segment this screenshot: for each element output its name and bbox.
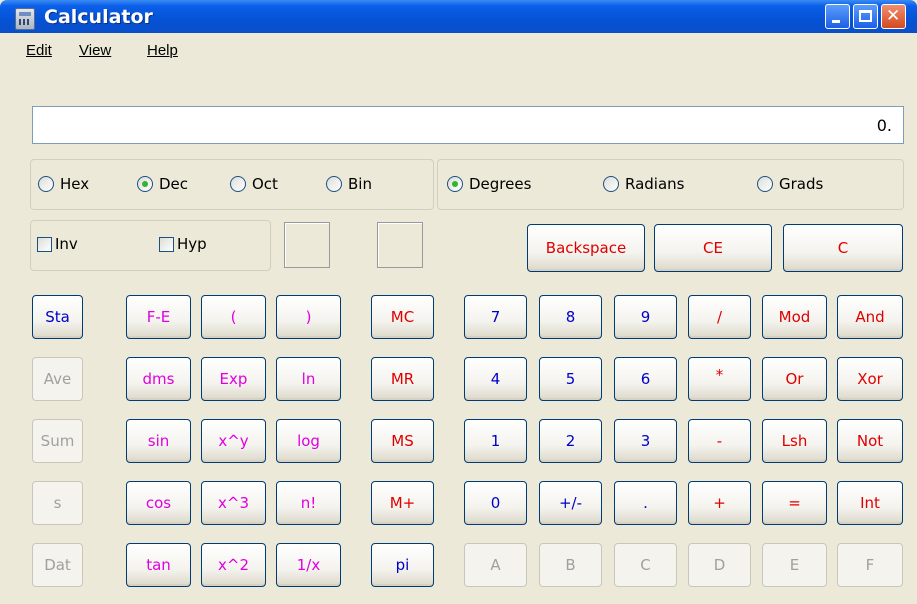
close-button[interactable]: [881, 4, 906, 29]
digit-5-button[interactable]: 5: [539, 357, 602, 401]
radio-bin[interactable]: Bin: [326, 175, 372, 193]
stat-button-sta[interactable]: Sta: [32, 295, 83, 339]
digit-3-button[interactable]: 3: [614, 419, 677, 463]
add-button[interactable]: +: [688, 481, 751, 525]
exp-button[interactable]: Exp: [201, 357, 266, 401]
hex-b-button: B: [539, 543, 602, 587]
and-button[interactable]: And: [837, 295, 903, 339]
or-button[interactable]: Or: [762, 357, 827, 401]
log-button[interactable]: log: [276, 419, 341, 463]
hex-a-button: A: [464, 543, 527, 587]
checkbox-hyp-icon: [159, 236, 174, 252]
stat-button-dat: Dat: [32, 543, 83, 587]
radio-dec[interactable]: Dec: [137, 175, 188, 193]
maximize-button[interactable]: [853, 4, 878, 29]
digit-0-button[interactable]: 0: [464, 481, 527, 525]
radio-degrees-icon: [447, 176, 463, 192]
digit-9-button[interactable]: 9: [614, 295, 677, 339]
dms-button[interactable]: dms: [126, 357, 191, 401]
minimize-button[interactable]: [825, 4, 850, 29]
not-button[interactable]: Not: [837, 419, 903, 463]
lsh-button[interactable]: Lsh: [762, 419, 827, 463]
close-paren-button[interactable]: ): [276, 295, 341, 339]
hex-f-button: F: [837, 543, 903, 587]
backspace-button[interactable]: Backspace: [527, 224, 645, 272]
memory-add-button[interactable]: M+: [371, 481, 434, 525]
radio-bin-label: Bin: [348, 175, 372, 193]
digit-7-button[interactable]: 7: [464, 295, 527, 339]
stat-button-ave: Ave: [32, 357, 83, 401]
multiply-button[interactable]: *: [688, 357, 751, 401]
radio-grads-icon: [757, 176, 773, 192]
factorial-button[interactable]: n!: [276, 481, 341, 525]
radio-hex[interactable]: Hex: [38, 175, 89, 193]
digit-8-button[interactable]: 8: [539, 295, 602, 339]
menu-bar: Edit View Help: [0, 38, 917, 62]
subtract-button[interactable]: -: [688, 419, 751, 463]
open-paren-button[interactable]: (: [201, 295, 266, 339]
fe-button[interactable]: F-E: [126, 295, 191, 339]
tan-button[interactable]: tan: [126, 543, 191, 587]
negate-button[interactable]: +/-: [539, 481, 602, 525]
radio-dec-label: Dec: [159, 175, 189, 193]
digit-1-button[interactable]: 1: [464, 419, 527, 463]
digit-4-button[interactable]: 4: [464, 357, 527, 401]
radio-grads[interactable]: Grads: [757, 175, 823, 193]
divide-button[interactable]: /: [688, 295, 751, 339]
menu-help[interactable]: Help: [147, 42, 178, 59]
calculator-icon: [15, 8, 35, 30]
radio-radians[interactable]: Radians: [603, 175, 685, 193]
radio-degrees[interactable]: Degrees: [447, 175, 531, 193]
radio-grads-label: Grads: [779, 175, 824, 193]
checkbox-inv-label: Inv: [55, 235, 78, 253]
pi-button[interactable]: pi: [371, 543, 434, 587]
digit-2-button[interactable]: 2: [539, 419, 602, 463]
int-button[interactable]: Int: [837, 481, 903, 525]
memory-store-button[interactable]: MS: [371, 419, 434, 463]
radio-radians-icon: [603, 176, 619, 192]
result-display: 0.: [32, 106, 904, 144]
menu-view[interactable]: View: [79, 42, 111, 59]
memory-indicator: [377, 222, 423, 268]
digit-6-button[interactable]: 6: [614, 357, 677, 401]
hex-d-button: D: [688, 543, 751, 587]
radio-bin-icon: [326, 176, 342, 192]
checkbox-hyp-label: Hyp: [177, 235, 207, 253]
ln-button[interactable]: ln: [276, 357, 341, 401]
xor-button[interactable]: Xor: [837, 357, 903, 401]
reciprocal-button[interactable]: 1/x: [276, 543, 341, 587]
memory-clear-button[interactable]: MC: [371, 295, 434, 339]
checkbox-hyp[interactable]: Hyp: [159, 235, 207, 253]
radio-hex-icon: [38, 176, 54, 192]
radio-degrees-label: Degrees: [469, 175, 532, 193]
hex-e-button: E: [762, 543, 827, 587]
memory-recall-button[interactable]: MR: [371, 357, 434, 401]
menu-edit[interactable]: Edit: [26, 42, 52, 59]
hex-c-button: C: [614, 543, 677, 587]
decimal-button[interactable]: .: [614, 481, 677, 525]
radio-oct[interactable]: Oct: [230, 175, 278, 193]
clear-button[interactable]: C: [783, 224, 903, 272]
title-bar[interactable]: Calculator: [0, 0, 917, 33]
radio-hex-label: Hex: [60, 175, 90, 193]
window-title: Calculator: [44, 6, 153, 28]
radio-radians-label: Radians: [625, 175, 685, 193]
stat-button-sum: Sum: [32, 419, 83, 463]
sin-button[interactable]: sin: [126, 419, 191, 463]
x-pow-y-button[interactable]: x^y: [201, 419, 266, 463]
mod-button[interactable]: Mod: [762, 295, 827, 339]
radio-dec-icon: [137, 176, 153, 192]
equals-button[interactable]: =: [762, 481, 827, 525]
cos-button[interactable]: cos: [126, 481, 191, 525]
x-cubed-button[interactable]: x^3: [201, 481, 266, 525]
radio-oct-label: Oct: [252, 175, 278, 193]
parenthesis-indicator: [284, 222, 330, 268]
checkbox-inv-icon: [37, 236, 52, 252]
stat-button-s: s: [32, 481, 83, 525]
radio-oct-icon: [230, 176, 246, 192]
clear-entry-button[interactable]: CE: [654, 224, 772, 272]
x-squared-button[interactable]: x^2: [201, 543, 266, 587]
checkbox-inv[interactable]: Inv: [37, 235, 78, 253]
